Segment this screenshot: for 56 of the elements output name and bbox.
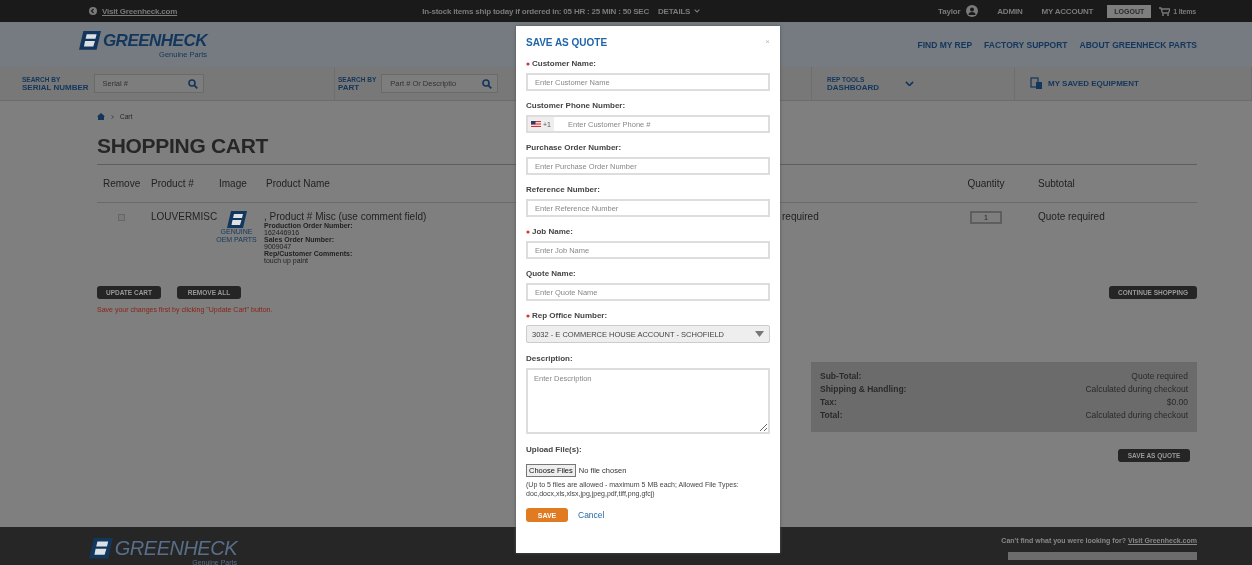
- dialog-title: SAVE AS QUOTE: [526, 37, 608, 48]
- visit-site-link[interactable]: Visit Greenheck.com: [102, 6, 178, 16]
- logo-icon: [88, 538, 113, 559]
- field-label: Reference Number:: [526, 185, 600, 194]
- field-label: Job Name:: [532, 227, 573, 236]
- flag-icon: [531, 121, 541, 127]
- column-header: Remove: [102, 178, 141, 189]
- field-label: Customer Name:: [532, 59, 596, 68]
- account-link[interactable]: MY ACCOUNT: [1041, 6, 1094, 16]
- field-label: Purchase Order Number:: [526, 143, 622, 152]
- shipping-notice: In-stock items ship today if ordered in: 05 HR : 25 MIN : 50 SEC: [422, 6, 649, 16]
- column-header: Image: [218, 178, 247, 189]
- cart-icon[interactable]: [1159, 6, 1171, 16]
- logo-text: GREENHECK: [114, 537, 237, 560]
- table-cell-text: Quote required: [1037, 211, 1106, 222]
- logo-icon: [226, 211, 247, 228]
- summary-label: Total:: [820, 410, 844, 420]
- user-icon[interactable]: [966, 5, 979, 17]
- summary-label: Shipping & Handling:: [820, 384, 908, 394]
- home-icon[interactable]: [97, 113, 105, 120]
- account-link[interactable]: ADMIN: [997, 6, 1023, 16]
- dropdown-arrow-icon: [755, 331, 764, 337]
- chevron-down-icon: [905, 80, 914, 87]
- nav-link[interactable]: FIND MY REP: [917, 39, 973, 50]
- dashboard-link[interactable]: DASHBOARD: [827, 82, 879, 92]
- summary-label: Sub-Total:: [820, 371, 863, 381]
- field-label: Customer Phone Number:: [526, 101, 626, 110]
- field-label: Description:: [526, 354, 573, 363]
- user-name[interactable]: Taylor: [938, 6, 961, 16]
- arrow-circle-icon: [89, 7, 97, 15]
- remove-checkbox[interactable]: [117, 214, 125, 221]
- column-header: Product Name: [265, 178, 330, 189]
- nav-link[interactable]: ABOUT GREENHECK PARTS: [1079, 39, 1197, 50]
- summary-value: $0.00: [1165, 397, 1188, 407]
- details-link[interactable]: DETAILS: [658, 6, 691, 16]
- logo-icon: [78, 31, 101, 50]
- equipment-icon[interactable]: [1030, 77, 1043, 90]
- nav-link[interactable]: FACTORY SUPPORT: [984, 39, 1068, 50]
- field-label: Rep Office Number:: [532, 311, 608, 320]
- search-label: PART: [338, 82, 361, 92]
- product-name: , Product # Misc (use comment field): [264, 211, 427, 222]
- summary-label: Tax:: [820, 397, 838, 407]
- column-header: Product #: [150, 178, 194, 189]
- column-header: Quantity: [967, 178, 1005, 189]
- cancel-link[interactable]: Cancel: [578, 510, 605, 520]
- column-header: Subtotal: [1037, 178, 1075, 189]
- search-icon[interactable]: [482, 78, 493, 89]
- chevron-down-icon: [694, 9, 701, 13]
- search-label: SERIAL NUMBER: [22, 82, 89, 92]
- logo-text: GREENHECK: [102, 30, 207, 51]
- table-cell-text: required: [782, 211, 820, 222]
- footer-search-field[interactable]: [1008, 552, 1197, 560]
- field-label: Quote Name:: [526, 269, 576, 278]
- field-label: Upload File(s):: [526, 445, 582, 454]
- search-icon[interactable]: [187, 78, 198, 89]
- saved-equipment-link[interactable]: MY SAVED EQUIPMENT: [1048, 79, 1139, 88]
